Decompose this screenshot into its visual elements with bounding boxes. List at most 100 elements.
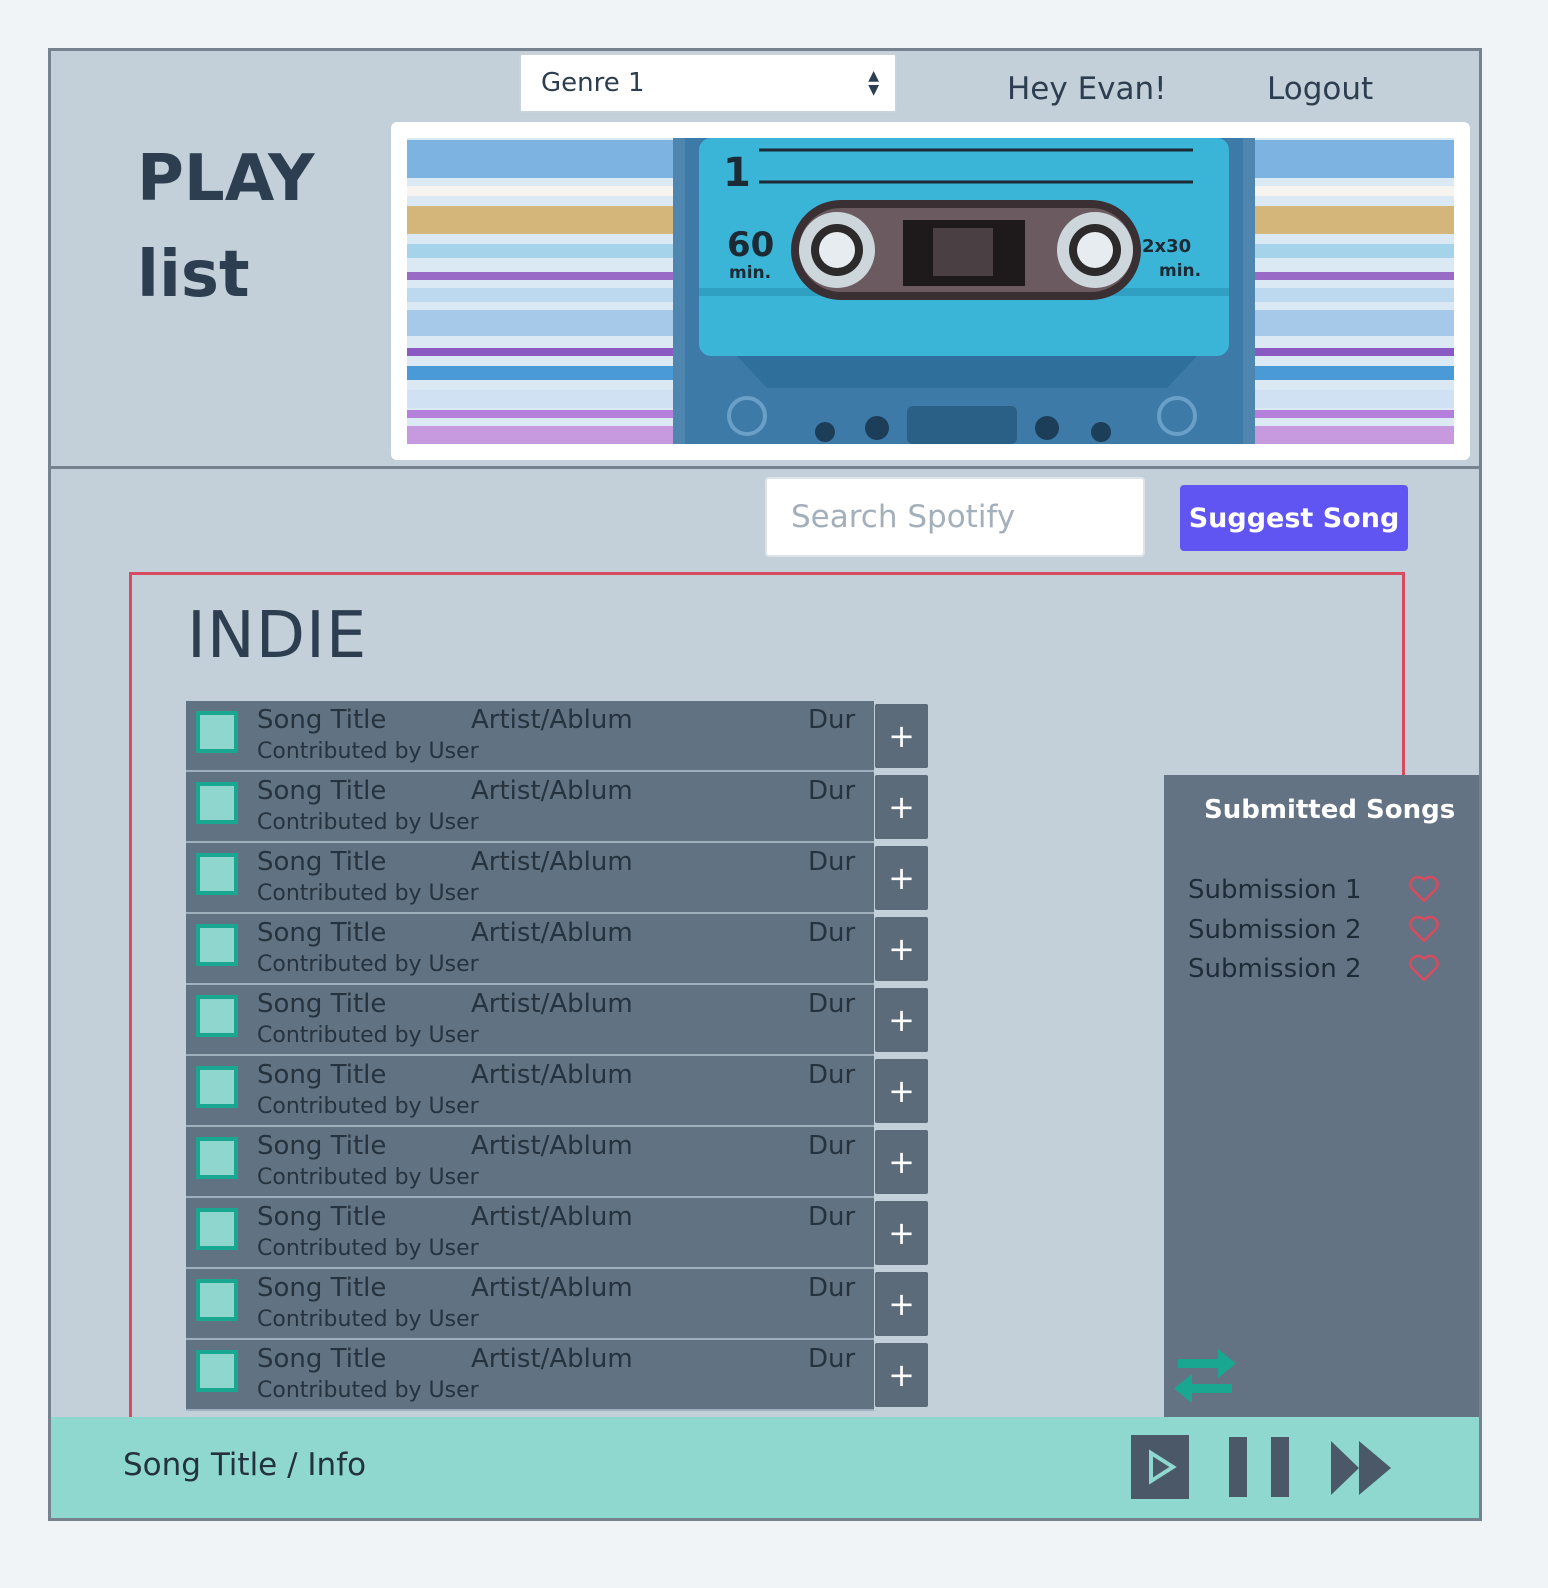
song-artist: Artist/Ablum	[471, 918, 633, 948]
genre-select-value: Genre 1	[541, 68, 645, 98]
song-item[interactable]: Song Title Artist/Ablum Dur Contributed …	[186, 985, 874, 1056]
song-artist: Artist/Ablum	[471, 989, 633, 1019]
submitted-songs-panel: Submitted Songs Submission 1 Submission …	[1164, 775, 1479, 1435]
submission-item[interactable]: Submission 2	[1188, 954, 1362, 984]
song-checkbox[interactable]	[196, 1066, 238, 1108]
brand-line-1: PLAY	[137, 142, 315, 216]
song-checkbox[interactable]	[196, 1208, 238, 1250]
brand-logo: PLAY list	[137, 131, 314, 323]
song-title: Song Title	[257, 776, 387, 806]
song-contributor: Contributed by User	[257, 1165, 479, 1190]
song-title: Song Title	[257, 1131, 387, 1161]
song-title: Song Title	[257, 918, 387, 948]
song-title: Song Title	[257, 1202, 387, 1232]
song-item[interactable]: Song Title Artist/Ablum Dur Contributed …	[186, 1127, 874, 1198]
song-list: Song Title Artist/Ablum Dur Contributed …	[186, 701, 931, 1411]
logout-link[interactable]: Logout	[1267, 71, 1373, 107]
heart-icon[interactable]	[1408, 915, 1440, 943]
song-row: Song Title Artist/Ablum Dur Contributed …	[186, 843, 931, 914]
cassette-left-unit: min.	[729, 263, 771, 283]
song-artist: Artist/Ablum	[471, 1344, 633, 1374]
hero-image: 1 60 min. 2x30 min.	[391, 122, 1470, 460]
submission-item[interactable]: Submission 1	[1188, 875, 1362, 905]
add-song-button[interactable]: +	[875, 1343, 928, 1407]
song-duration: Dur	[808, 1060, 856, 1090]
song-checkbox[interactable]	[196, 995, 238, 1037]
add-song-button[interactable]: +	[875, 775, 928, 839]
song-item[interactable]: Song Title Artist/Ablum Dur Contributed …	[186, 914, 874, 985]
song-duration: Dur	[808, 989, 856, 1019]
song-item[interactable]: Song Title Artist/Ablum Dur Contributed …	[186, 1340, 874, 1411]
song-title: Song Title	[257, 705, 387, 735]
song-duration: Dur	[808, 1273, 856, 1303]
song-checkbox[interactable]	[196, 782, 238, 824]
song-duration: Dur	[808, 1344, 856, 1374]
now-playing-info: Song Title / Info	[123, 1447, 367, 1483]
add-song-button[interactable]: +	[875, 1059, 928, 1123]
song-artist: Artist/Ablum	[471, 1131, 633, 1161]
song-checkbox[interactable]	[196, 1279, 238, 1321]
heart-icon[interactable]	[1408, 875, 1440, 903]
add-song-button[interactable]: +	[875, 1272, 928, 1336]
song-duration: Dur	[808, 1131, 856, 1161]
song-artist: Artist/Ablum	[471, 847, 633, 877]
add-song-button[interactable]: +	[875, 1130, 928, 1194]
song-row: Song Title Artist/Ablum Dur Contributed …	[186, 772, 931, 843]
song-title: Song Title	[257, 989, 387, 1019]
play-icon[interactable]	[1131, 1435, 1189, 1499]
cassette-side-label: 1	[723, 150, 751, 196]
song-duration: Dur	[808, 918, 856, 948]
cassette-right-label: 2x30	[1142, 236, 1191, 257]
playlist-genre-title: INDIE	[187, 599, 368, 673]
add-song-button[interactable]: +	[875, 988, 928, 1052]
song-item[interactable]: Song Title Artist/Ablum Dur Contributed …	[186, 772, 874, 843]
suggest-song-button[interactable]: Suggest Song	[1180, 485, 1408, 551]
add-song-button[interactable]: +	[875, 1201, 928, 1265]
song-checkbox[interactable]	[196, 1137, 238, 1179]
cassette-left-label: 60	[727, 225, 774, 265]
heart-icon[interactable]	[1408, 954, 1440, 982]
brand-line-2: list	[137, 238, 250, 312]
add-song-button[interactable]: +	[875, 917, 928, 981]
song-duration: Dur	[808, 776, 856, 806]
song-duration: Dur	[808, 705, 856, 735]
song-duration: Dur	[808, 847, 856, 877]
song-title: Song Title	[257, 1273, 387, 1303]
song-item[interactable]: Song Title Artist/Ablum Dur Contributed …	[186, 1198, 874, 1269]
genre-select[interactable]: Genre 1 ▲ ▼	[519, 53, 897, 113]
app-frame: Genre 1 ▲ ▼ Hey Evan! Logout PLAY list 1…	[48, 48, 1482, 1521]
song-item[interactable]: Song Title Artist/Ablum Dur Contributed …	[186, 1056, 874, 1127]
song-row: Song Title Artist/Ablum Dur Contributed …	[186, 1340, 931, 1411]
cassette-illustration: 1 60 min. 2x30 min.	[407, 138, 1454, 444]
song-item[interactable]: Song Title Artist/Ablum Dur Contributed …	[186, 701, 874, 772]
song-contributor: Contributed by User	[257, 1236, 479, 1261]
pause-icon[interactable]	[1229, 1437, 1291, 1497]
player-bar: Song Title / Info	[51, 1417, 1479, 1518]
add-song-button[interactable]: +	[875, 704, 928, 768]
song-contributor: Contributed by User	[257, 1094, 479, 1119]
song-checkbox[interactable]	[196, 853, 238, 895]
song-row: Song Title Artist/Ablum Dur Contributed …	[186, 1269, 931, 1340]
song-title: Song Title	[257, 847, 387, 877]
song-contributor: Contributed by User	[257, 739, 479, 764]
song-title: Song Title	[257, 1344, 387, 1374]
song-item[interactable]: Song Title Artist/Ablum Dur Contributed …	[186, 1269, 874, 1340]
fast-forward-icon[interactable]	[1329, 1441, 1395, 1495]
search-input[interactable]	[765, 477, 1145, 557]
user-greeting: Hey Evan!	[1007, 71, 1167, 107]
header: Genre 1 ▲ ▼ Hey Evan! Logout PLAY list 1…	[51, 51, 1479, 469]
cassette-right-unit: min.	[1159, 261, 1201, 281]
song-checkbox[interactable]	[196, 1350, 238, 1392]
song-contributor: Contributed by User	[257, 1307, 479, 1332]
song-contributor: Contributed by User	[257, 881, 479, 906]
song-artist: Artist/Ablum	[471, 1273, 633, 1303]
song-artist: Artist/Ablum	[471, 1202, 633, 1232]
song-checkbox[interactable]	[196, 924, 238, 966]
song-row: Song Title Artist/Ablum Dur Contributed …	[186, 701, 931, 772]
submission-item[interactable]: Submission 2	[1188, 915, 1362, 945]
song-item[interactable]: Song Title Artist/Ablum Dur Contributed …	[186, 843, 874, 914]
song-checkbox[interactable]	[196, 711, 238, 753]
add-song-button[interactable]: +	[875, 846, 928, 910]
swap-icon[interactable]	[1172, 1345, 1238, 1407]
song-title: Song Title	[257, 1060, 387, 1090]
